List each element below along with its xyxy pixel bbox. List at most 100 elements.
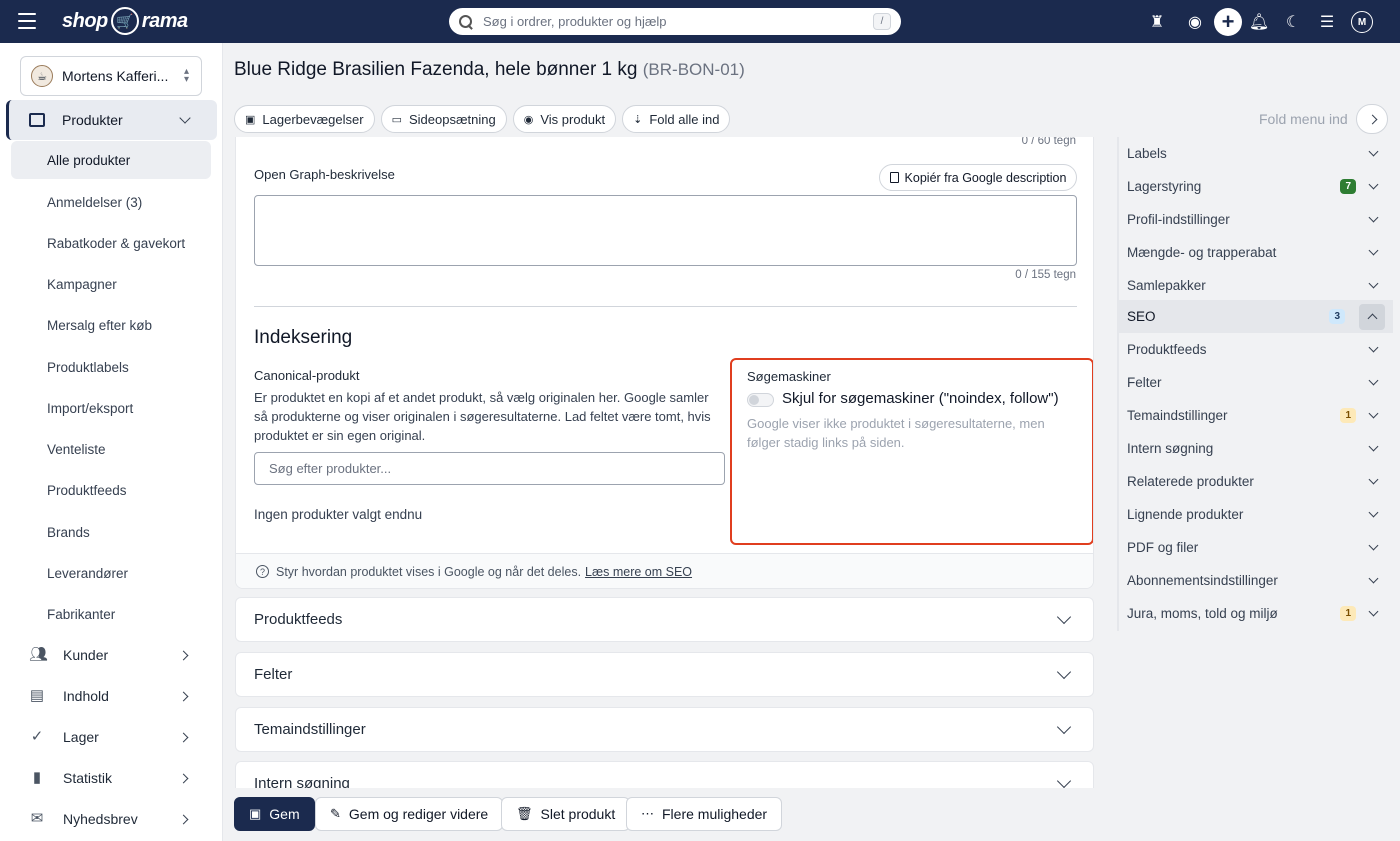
section-nav-item[interactable]: PDF og filer [1119,531,1393,564]
collapse-all-button[interactable]: ⇣ Fold alle ind [622,105,731,133]
user-avatar[interactable]: M [1351,11,1373,33]
section-nav-item[interactable]: Relaterede produkter [1119,465,1393,498]
section-nav-item[interactable]: Temaindstillinger 1 [1119,399,1393,432]
search-engines-label: Søgemaskiner [747,369,831,384]
noindex-toggle[interactable] [747,393,774,407]
section-nav-item[interactable]: Lagerstyring 7 [1119,170,1393,203]
save-label: Gem [269,806,300,822]
sidebar-sub-item[interactable]: Mersalg efter køb [11,306,211,344]
chevron-up-icon [1367,313,1377,324]
sidebar-sub-item[interactable]: Kampagner [11,265,211,303]
sidebar-sub-item[interactable]: Leverandører [11,554,211,592]
accordion-label: Felter [254,666,293,683]
sidebar-item-statistics[interactable]: ▮ Statistik [11,759,211,797]
search-icon [459,14,473,29]
pencil-icon: ✎ [330,806,341,821]
help-circle-icon: ? [256,565,269,578]
section-nav-item[interactable]: Felter [1119,366,1393,399]
chevron-down-icon [1368,573,1379,584]
page-title: Blue Ridge Brasilien Fazenda, hele bønne… [234,59,745,81]
no-products-text: Ingen produkter valgt endnu [254,507,423,522]
bar-chart-icon: ▮ [32,769,42,786]
sidebar-item-label: Lager [63,729,99,745]
count-badge: 1 [1340,606,1356,621]
copy-from-google-button[interactable]: Kopiér fra Google description [879,164,1077,191]
sidebar-sub-item[interactable]: Brands [11,513,211,551]
chevron-right-icon [178,691,189,701]
store-switcher[interactable]: ☕︎ Mortens Kafferi... ▴ ▾ [20,56,202,96]
notifications-bell-icon[interactable]: 🔔︎ [1248,11,1270,33]
section-nav-item[interactable]: Abonnementsindstillinger [1119,564,1393,597]
section-navigation: Labels Lagerstyring 7 Profil-indstillinge… [1117,137,1400,631]
sidebar-sub-item[interactable]: Alle produkter [11,141,211,179]
search-placeholder: Søg i ordrer, produkter og hjælp [483,14,667,29]
shoprama-logo[interactable]: shop 🛒 rama [62,7,188,35]
section-nav-item[interactable]: Jura, moms, told og miljø 1 [1119,597,1393,630]
og-description-textarea[interactable] [254,195,1077,266]
search-shortcut-hint: / [873,13,891,30]
sidebar-sub-item[interactable]: Anmeldelser (3) [11,183,211,221]
copy-button-label: Kopiér fra Google description [904,170,1067,185]
preview-eye-icon[interactable]: ◉ [1184,11,1206,33]
section-nav-item[interactable]: Lignende produkter [1119,498,1393,531]
trash-icon: 🗑︎ [516,806,533,821]
section-nav-item[interactable]: Produktfeeds [1119,333,1393,366]
menu-icon[interactable] [18,13,36,29]
store-menu-icon[interactable]: ☰ [1316,11,1338,33]
collapse-icon: ⇣ [633,113,643,126]
section-nav-item[interactable]: Profil-indstillinger [1119,203,1393,236]
noindex-toggle-label[interactable]: Skjul for søgemaskiner ("noindex, follow… [782,390,1059,407]
fold-menu-label[interactable]: Fold menu ind [1259,111,1348,127]
save-button[interactable]: ▣ Gem [234,797,315,831]
canonical-product-search-input[interactable]: Søg efter produkter... [254,452,725,485]
sidebar-sub-item[interactable]: Fabrikanter [11,595,211,633]
sidebar-item-newsletter[interactable]: ✉ Nyhedsbrev [11,800,211,838]
section-nav-label: Intern søgning [1127,441,1214,456]
section-nav-label: Abonnementsindstillinger [1127,573,1278,588]
accordion-label: Produktfeeds [254,611,343,628]
global-search-input[interactable]: Søg i ordrer, produkter og hjælp / [449,8,901,35]
dark-mode-moon-icon[interactable]: ☾ [1282,11,1304,33]
box-icon [29,113,45,127]
archive-icon: ▣ [245,113,256,126]
sidebar-item-customers[interactable]: 👥︎ Kunder [11,636,211,674]
eye-icon: ◉ [523,113,534,126]
save-icon: ▣ [249,806,262,821]
save-and-continue-button[interactable]: ✎ Gem og rediger videre [315,797,504,831]
chevron-down-icon [1368,540,1379,551]
sidebar-item-products[interactable]: Produkter [6,100,217,140]
section-nav-item[interactable]: Labels [1119,137,1393,170]
sidebar-item-label: Produkter [62,112,123,128]
sidebar-sub-item[interactable]: Rabatkoder & gavekort [11,224,211,262]
section-nav-label: Samlepakker [1127,278,1206,293]
chevron-down-icon [1368,278,1379,289]
section-nav-item[interactable]: Samlepakker [1119,269,1393,302]
fold-menu-button[interactable] [1356,104,1388,134]
footer-text: Styr hvordan produktet vises i Google og… [276,564,582,579]
chevron-down-icon [1368,179,1379,190]
learn-more-seo-link[interactable]: Læs mere om SEO [585,565,692,579]
page-setup-button[interactable]: ▭ Sideopsætning [380,105,507,133]
delete-product-button[interactable]: 🗑︎ Slet produkt [501,797,631,831]
collapse-section-button[interactable] [1359,303,1385,330]
section-nav-item-seo[interactable]: SEO 3 [1119,300,1393,333]
tips-icon[interactable]: ♜ [1146,11,1168,33]
view-product-button[interactable]: ◉ Vis produkt [512,105,617,133]
sidebar-sub-item[interactable]: Produktlabels [11,348,211,386]
sidebar-sub-item[interactable]: Venteliste [11,430,211,468]
sidebar-item-content[interactable]: ▤ Indhold [11,677,211,715]
accordion-product-feeds[interactable]: Produktfeeds [235,597,1094,642]
create-plus-button[interactable]: + [1214,8,1242,36]
section-nav-item[interactable]: Mængde- og trapperabat [1119,236,1393,269]
more-options-button[interactable]: ⋯ Flere muligheder [626,797,783,831]
sidebar: ☕︎ Mortens Kafferi... ▴ ▾ Produkter Alle … [0,43,223,841]
sidebar-item-inventory[interactable]: ✓ Lager [11,718,211,756]
more-label: Flere muligheder [662,806,768,822]
accordion-fields[interactable]: Felter [235,652,1094,697]
stock-movements-button[interactable]: ▣ Lagerbevægelser [234,105,375,133]
sidebar-sub-item[interactable]: Import/eksport [11,389,211,427]
section-nav-label: Relaterede produkter [1127,474,1254,489]
section-nav-item[interactable]: Intern søgning [1119,432,1393,465]
sidebar-sub-item[interactable]: Produktfeeds [11,471,211,509]
accordion-theme-settings[interactable]: Temaindstillinger [235,707,1094,752]
